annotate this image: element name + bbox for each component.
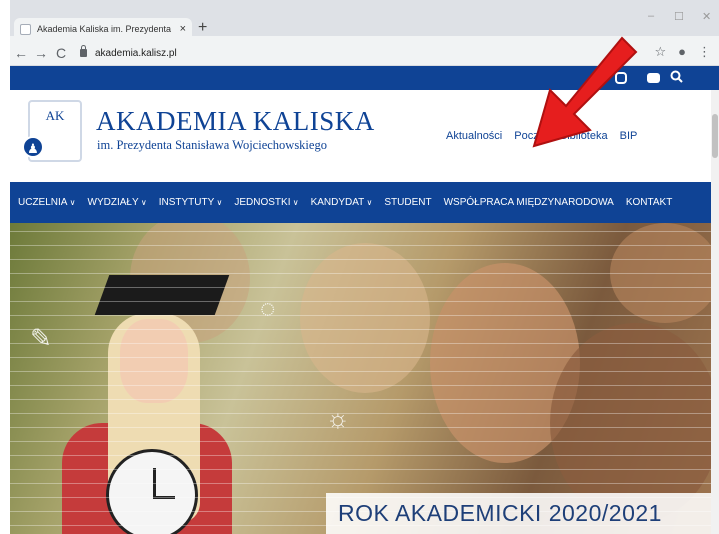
scrollbar-thumb[interactable]: [712, 114, 718, 158]
red-arrow-annotation: [532, 36, 638, 148]
close-window-button[interactable]: ✕: [702, 10, 711, 23]
hero-stripe: [10, 301, 719, 302]
hero-stripe: [10, 245, 719, 246]
main-nav: UCZELNIA WYDZIAŁY INSTYTUTY JEDNOSTKI KA…: [10, 182, 719, 223]
url-text: akademia.kalisz.pl: [95, 47, 177, 59]
hero-stripe: [10, 371, 719, 372]
hero-stripe: [10, 357, 719, 358]
hero-stripe: [10, 273, 719, 274]
clock-icon: [106, 449, 198, 534]
nav-item-wspolpraca[interactable]: WSPÓŁPRACA MIĘDZYNARODOWA: [444, 197, 614, 208]
search-icon[interactable]: [670, 70, 683, 86]
tab-strip: Akademia Kaliska im. Prezydenta × + – ☐ …: [10, 0, 719, 40]
new-tab-button[interactable]: +: [198, 18, 207, 38]
site-subtitle: im. Prezydenta Stanisława Wojciechowskie…: [97, 138, 327, 152]
accessibility-icon[interactable]: ♟: [22, 136, 44, 158]
nav-item-student[interactable]: STUDENT: [384, 197, 431, 208]
address-bar[interactable]: akademia.kalisz.pl: [80, 45, 177, 59]
hero-stripe: [10, 441, 719, 442]
hero-photo-student-face: [120, 319, 188, 403]
hero-slider[interactable]: ◌ ☼ ✎ ROK AKADEMICKI 2020/2021: [10, 223, 719, 534]
hero-stripe: [10, 315, 719, 316]
minimize-button[interactable]: –: [648, 10, 654, 22]
hero-stripe: [10, 455, 719, 456]
hero-stripe: [10, 329, 719, 330]
toolbar-right: ☆ ● ⋮: [654, 44, 711, 60]
browser-tab[interactable]: Akademia Kaliska im. Prezydenta ×: [14, 18, 192, 40]
hero-stripe: [10, 231, 719, 232]
hero-stripe: [10, 483, 719, 484]
emblem-text: AK: [45, 108, 65, 123]
site-title[interactable]: AKADEMIA KALISKA: [96, 106, 375, 137]
nav-item-instytuty[interactable]: INSTYTUTY: [159, 197, 223, 208]
tab-title: Akademia Kaliska im. Prezydenta: [37, 24, 172, 34]
hero-stripe: [10, 343, 719, 344]
hero-stripe: [10, 469, 719, 470]
hero-stripe: [10, 399, 719, 400]
pencil-doodle-icon: ✎: [30, 323, 52, 353]
link-aktualnosci[interactable]: Aktualności: [446, 130, 502, 142]
globe-doodle-icon: ◌: [260, 293, 276, 323]
back-button[interactable]: ←: [12, 45, 30, 61]
favicon-icon: [20, 23, 31, 35]
forward-button[interactable]: →: [32, 45, 50, 61]
hero-stripe: [10, 385, 719, 386]
graduation-cap-icon: [94, 275, 230, 315]
nav-item-kandydat[interactable]: KANDYDAT: [311, 197, 373, 208]
youtube-icon[interactable]: [647, 73, 660, 83]
hero-stripe: [10, 287, 719, 288]
tab-close-icon[interactable]: ×: [180, 23, 186, 35]
hero-banner[interactable]: ROK AKADEMICKI 2020/2021: [326, 493, 719, 534]
lightbulb-doodle-icon: ☼: [326, 403, 350, 433]
hero-stripe: [10, 259, 719, 260]
hero-banner-text: ROK AKADEMICKI 2020/2021: [338, 500, 662, 526]
profile-icon[interactable]: ●: [678, 44, 686, 60]
nav-item-wydzialy[interactable]: WYDZIAŁY: [88, 197, 147, 208]
nav-item-kontakt[interactable]: KONTAKT: [626, 197, 672, 208]
reload-button[interactable]: C: [52, 45, 70, 61]
nav-item-uczelnia[interactable]: UCZELNIA: [18, 197, 76, 208]
hero-stripe: [10, 413, 719, 414]
page-scrollbar[interactable]: [711, 90, 719, 534]
maximize-button[interactable]: ☐: [674, 10, 684, 23]
hero-stripe: [10, 427, 719, 428]
bookmark-star-icon[interactable]: ☆: [654, 44, 666, 60]
nav-item-jednostki[interactable]: JEDNOSTKI: [234, 197, 298, 208]
menu-icon[interactable]: ⋮: [698, 44, 711, 60]
lock-icon: [80, 45, 87, 57]
